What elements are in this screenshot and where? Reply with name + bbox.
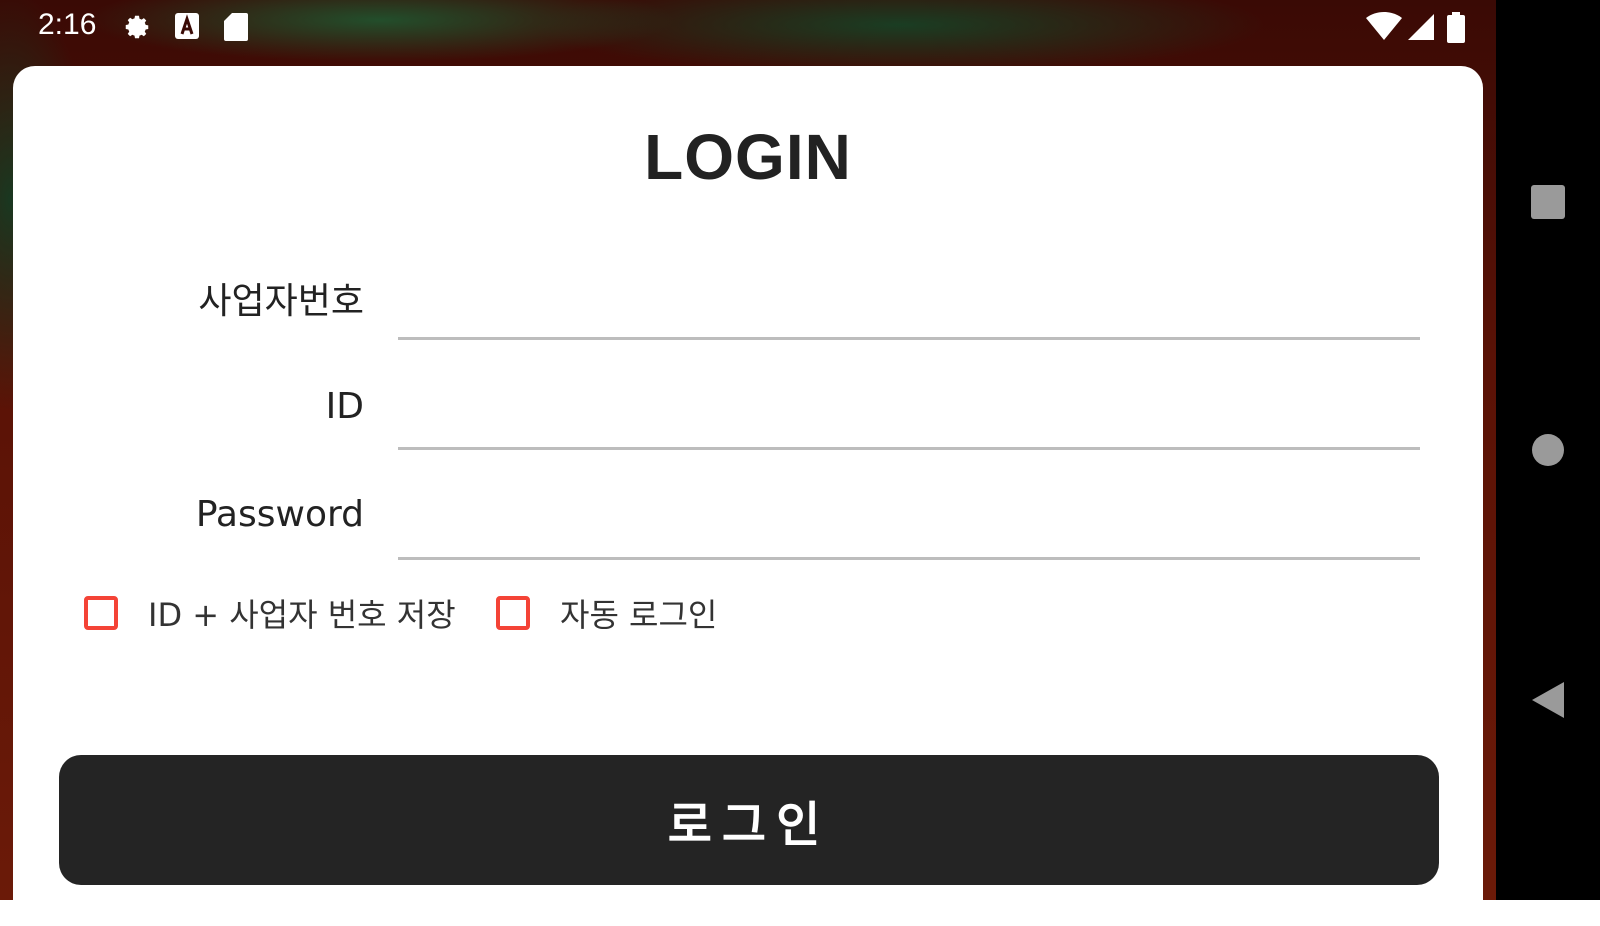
home-button[interactable] — [1518, 420, 1578, 480]
back-icon — [1532, 682, 1564, 718]
save-id-checkbox-label[interactable]: ID + 사업자 번호 저장 — [148, 590, 456, 636]
back-button[interactable] — [1518, 670, 1578, 730]
navigation-bar — [1496, 0, 1600, 900]
auto-login-checkbox[interactable] — [496, 596, 530, 630]
cellular-signal-icon — [1406, 12, 1436, 46]
save-id-checkbox[interactable] — [84, 596, 118, 630]
page-title: LOGIN — [644, 121, 852, 193]
auto-login-checkbox-label[interactable]: 자동 로그인 — [560, 590, 717, 636]
auto-login-checkbox-row[interactable]: 자동 로그인 — [496, 590, 717, 636]
wifi-icon — [1366, 12, 1402, 46]
status-time: 2:16 — [38, 8, 97, 41]
login-button[interactable]: 로그인 — [59, 755, 1439, 885]
business-number-input[interactable] — [398, 280, 1420, 340]
status-bar: 2:16 — [0, 0, 1496, 56]
save-id-checkbox-row[interactable]: ID + 사업자 번호 저장 — [84, 590, 456, 636]
id-label: ID — [325, 386, 364, 427]
recents-icon — [1531, 185, 1565, 219]
password-input[interactable] — [398, 500, 1420, 560]
android-screen: 2:16 LOGIN 사업자번호 ID Password ID + 사업자 번호… — [0, 0, 1600, 926]
battery-icon — [1446, 12, 1466, 48]
recents-button[interactable] — [1518, 172, 1578, 232]
gear-icon — [122, 12, 152, 46]
id-input[interactable] — [398, 390, 1420, 450]
sd-card-icon — [224, 12, 248, 46]
password-label: Password — [195, 494, 364, 535]
home-icon — [1532, 434, 1564, 466]
font-a-icon — [174, 12, 200, 44]
business-number-label: 사업자번호 — [198, 281, 364, 322]
login-button-label: 로그인 — [667, 797, 831, 853]
